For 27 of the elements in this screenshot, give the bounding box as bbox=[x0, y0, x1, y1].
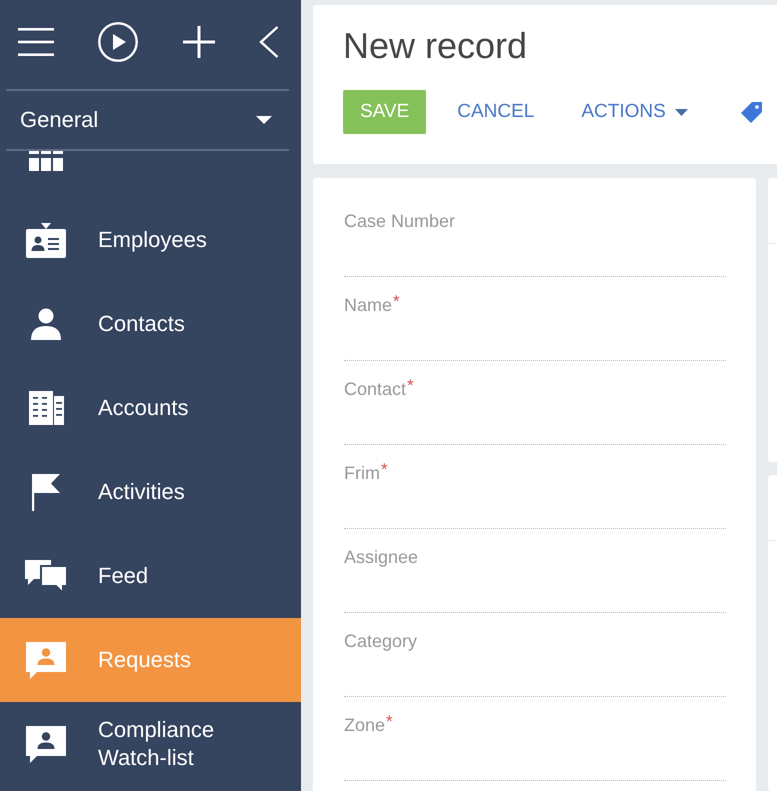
flag-icon bbox=[32, 474, 60, 510]
person-bubble-icon bbox=[26, 642, 66, 678]
page-title: New record bbox=[343, 25, 528, 67]
chevron-left-icon[interactable] bbox=[258, 26, 279, 58]
nav-item[interactable]: Accounts bbox=[0, 366, 301, 450]
buildings-icon bbox=[28, 391, 64, 425]
field-label: Assignee bbox=[344, 546, 418, 568]
nav-item[interactable]: Employees bbox=[0, 198, 301, 282]
play-icon[interactable] bbox=[98, 22, 138, 62]
caret-icon bbox=[674, 108, 688, 116]
field-label: Category bbox=[344, 630, 418, 652]
nav-item[interactable]: Feed bbox=[0, 534, 301, 618]
cancel-button[interactable]: CANCEL bbox=[457, 90, 534, 134]
plus-icon[interactable] bbox=[182, 26, 215, 58]
nav-item[interactable]: Compliance Watch-list bbox=[0, 702, 301, 786]
nav-item[interactable]: Contacts bbox=[0, 282, 301, 366]
person-bubble-icon bbox=[26, 726, 66, 762]
nav-item[interactable]: Activities bbox=[0, 450, 301, 534]
speech-bubbles-icon bbox=[25, 560, 67, 592]
actions-menu-button[interactable]: ACTIONS bbox=[581, 90, 688, 134]
field-label: Case Number bbox=[344, 210, 456, 232]
menu-icon[interactable] bbox=[18, 28, 54, 56]
tag-icon[interactable] bbox=[740, 102, 762, 122]
workplace-dropdown[interactable]: General bbox=[0, 91, 301, 149]
id-badge-icon bbox=[26, 222, 66, 258]
person-icon bbox=[31, 308, 61, 340]
caret-icon bbox=[256, 116, 272, 124]
